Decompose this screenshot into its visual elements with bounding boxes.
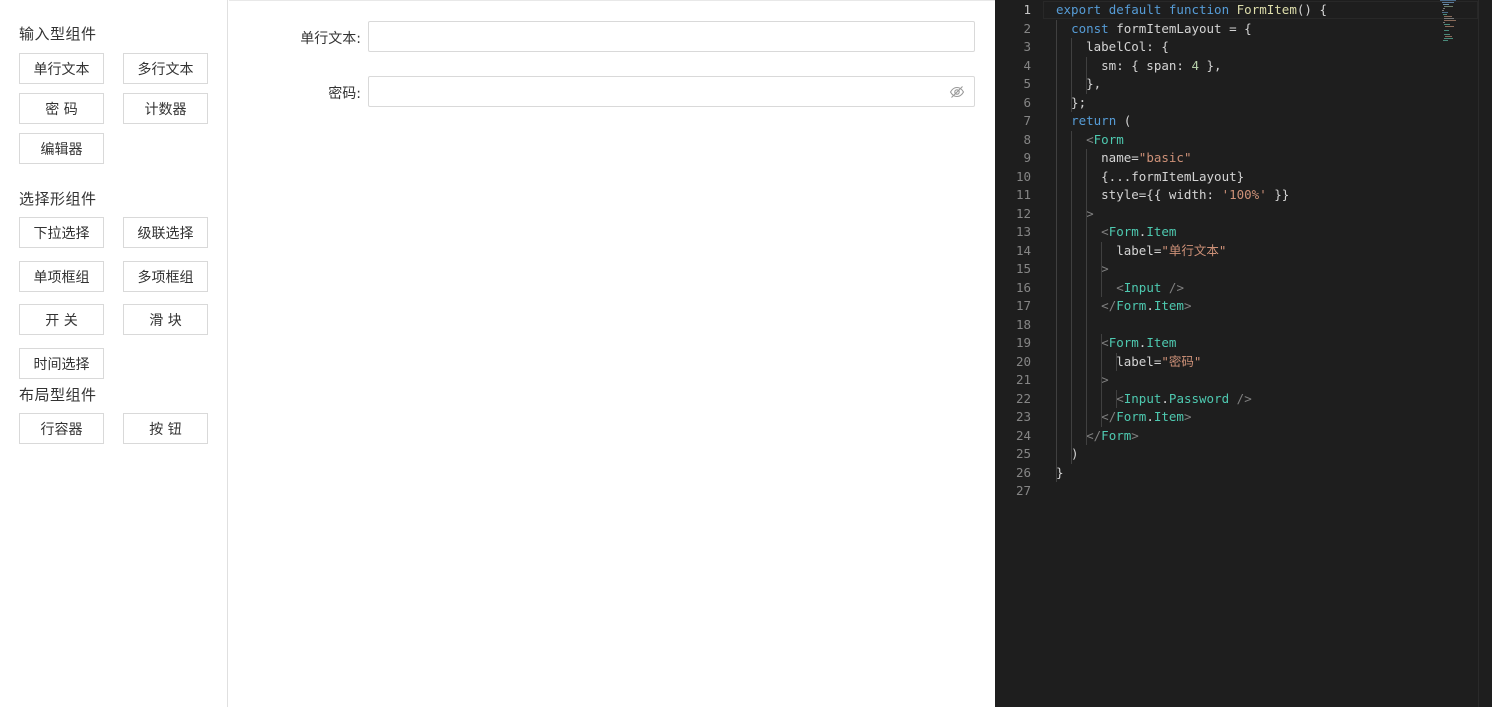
group-title-select: 选择形组件 (19, 190, 97, 208)
code-line[interactable]: </Form.Item> (1056, 297, 1191, 315)
line-number: 6 (1023, 94, 1031, 110)
line-number: 8 (1023, 131, 1031, 147)
code-line[interactable]: ) (1056, 445, 1079, 463)
indent-guide (1071, 38, 1073, 112)
indent-guide (1101, 278, 1103, 297)
single-line-text-label: 单行文本: (300, 31, 361, 47)
line-number: 22 (1015, 390, 1031, 406)
component-button-checkbox-group[interactable]: 多项框组 (123, 261, 208, 292)
line-number: 9 (1023, 150, 1031, 165)
component-button-password[interactable]: 密 码 (19, 93, 104, 124)
component-button-single-line-text[interactable]: 单行文本 (19, 53, 104, 84)
line-number: 20 (1015, 353, 1031, 369)
form-preview-canvas: 单行文本: 密码: (229, 0, 995, 707)
indent-guide (1116, 352, 1118, 371)
component-button-row-container[interactable]: 行容器 (19, 413, 104, 444)
password-input[interactable] (368, 76, 975, 107)
line-number: 13 (1015, 224, 1031, 239)
code-line[interactable]: label="单行文本" (1056, 242, 1226, 260)
minimap[interactable] (1440, 0, 1470, 42)
component-palette: 输入型组件 单行文本 多行文本 密 码 计数器 编辑器 选择形组件 下拉选择 级… (0, 0, 228, 707)
component-button-cascader[interactable]: 级联选择 (123, 217, 208, 248)
code-line[interactable]: export default function FormItem() { (1056, 1, 1327, 19)
code-line[interactable]: sm: { span: 4 }, (1056, 57, 1221, 75)
component-button-slider[interactable]: 滑 块 (123, 304, 208, 335)
code-line[interactable]: name="basic" (1056, 149, 1191, 167)
line-number: 11 (1015, 187, 1031, 202)
line-number: 7 (1023, 113, 1031, 128)
code-editor[interactable]: 1 2 3 4 5 6 7 8 9 10 11 12 13 14 15 16 17 18 19 20 21 22 23 24 2… (995, 0, 1492, 707)
line-number: 26 (1015, 464, 1031, 480)
indent-guide (1086, 223, 1088, 445)
group-title-layout: 布局型组件 (19, 386, 97, 404)
code-line[interactable]: <Form.Item (1056, 223, 1176, 241)
component-button-editor[interactable]: 编辑器 (19, 133, 104, 164)
line-number: 14 (1015, 242, 1031, 258)
editor-scrollbar[interactable] (1478, 0, 1492, 707)
code-line[interactable]: style={{ width: '100%' }} (1056, 186, 1289, 204)
code-line[interactable]: <Input /> (1056, 279, 1184, 297)
indent-guide (1101, 241, 1103, 279)
line-number: 10 (1015, 168, 1031, 184)
component-button-button[interactable]: 按 钮 (123, 413, 208, 444)
component-button-radio-group[interactable]: 单项框组 (19, 261, 104, 292)
line-number: 27 (1015, 483, 1031, 498)
line-number: 19 (1015, 335, 1031, 350)
line-number: 24 (1015, 427, 1031, 443)
code-line[interactable]: labelCol: { (1056, 38, 1169, 56)
code-line[interactable]: label="密码" (1056, 353, 1201, 371)
code-line[interactable]: <Form.Item (1056, 334, 1176, 352)
code-line[interactable]: </Form.Item> (1056, 408, 1191, 426)
component-button-multi-line-text[interactable]: 多行文本 (123, 53, 208, 84)
code-line[interactable]: const formItemLayout = { (1056, 20, 1252, 38)
line-number: 21 (1015, 372, 1031, 387)
line-number: 23 (1015, 409, 1031, 424)
line-number: 25 (1015, 446, 1031, 461)
code-line[interactable]: {...formItemLayout} (1056, 168, 1244, 186)
code-line[interactable]: } (1056, 464, 1064, 482)
line-number: 3 (1023, 39, 1031, 54)
indent-guide (1101, 334, 1103, 427)
component-button-counter[interactable]: 计数器 (123, 93, 208, 124)
line-number: 18 (1015, 316, 1031, 332)
line-number: 12 (1015, 205, 1031, 221)
password-label: 密码: (328, 86, 361, 102)
line-number: 1 (1023, 2, 1031, 17)
line-number: 17 (1015, 298, 1031, 313)
code-line[interactable]: return ( (1056, 112, 1131, 130)
line-number: 5 (1023, 76, 1031, 91)
code-line[interactable]: <Form (1056, 131, 1124, 149)
group-title-input: 输入型组件 (19, 25, 97, 43)
indent-guide (1071, 130, 1073, 464)
line-number: 4 (1023, 57, 1031, 73)
line-number: 16 (1015, 279, 1031, 295)
eye-invisible-icon[interactable] (949, 84, 965, 100)
single-line-text-input[interactable] (368, 21, 975, 52)
indent-guide (1116, 389, 1118, 408)
component-button-switch[interactable]: 开 关 (19, 304, 104, 335)
line-number: 2 (1023, 20, 1031, 36)
indent-guide (1086, 56, 1088, 94)
code-line[interactable]: }, (1056, 75, 1101, 93)
code-line[interactable]: > (1056, 205, 1094, 223)
line-number: 15 (1015, 261, 1031, 276)
indent-guide (1086, 149, 1088, 223)
component-button-dropdown[interactable]: 下拉选择 (19, 217, 104, 248)
code-line[interactable]: </Form> (1056, 427, 1139, 445)
component-button-time-picker[interactable]: 时间选择 (19, 348, 104, 379)
indent-guide (1056, 19, 1057, 482)
